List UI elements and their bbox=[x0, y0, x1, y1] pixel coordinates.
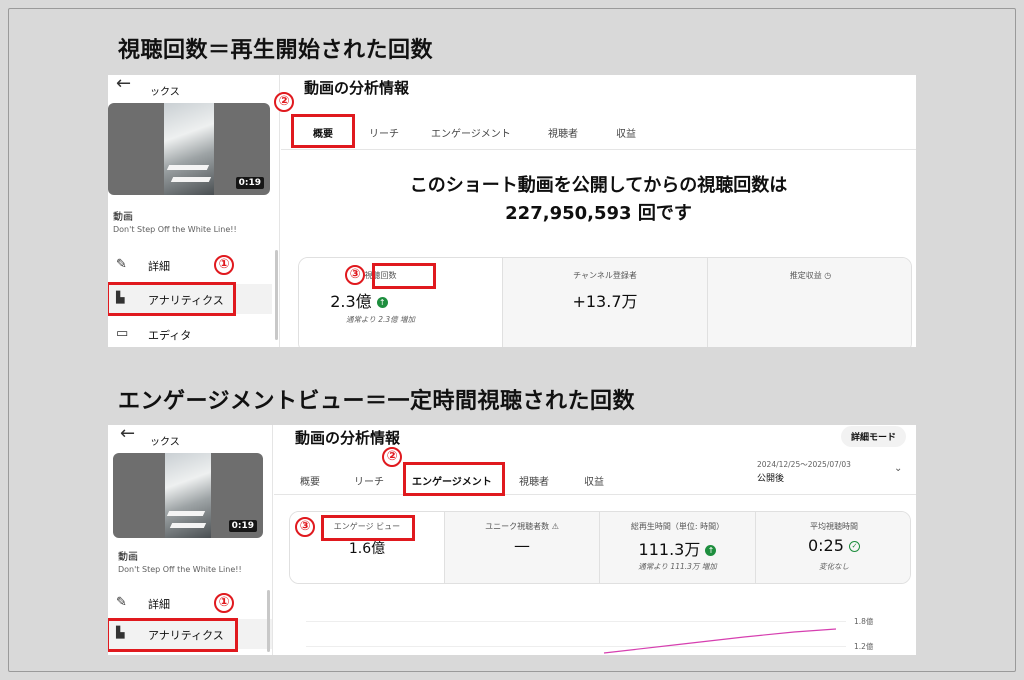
studio-sidebar: ← ックス 0:19 動画 Don't Step Off the White L… bbox=[108, 425, 273, 655]
tab-audience[interactable]: 視聴者 bbox=[548, 125, 578, 140]
analytics-panel-1: ← ックス 0:19 動画 Don't Step Off the White L… bbox=[108, 75, 916, 347]
highlight-engagement-tab bbox=[403, 462, 505, 496]
highlight-engaged-views-label bbox=[321, 515, 415, 541]
sidebar-item-details[interactable]: ✎ 詳細 bbox=[108, 588, 272, 618]
highlight-views-label bbox=[372, 263, 436, 289]
advanced-mode-button[interactable]: 詳細モード bbox=[841, 426, 907, 447]
sidebar-scrollbar[interactable] bbox=[275, 250, 278, 340]
card-value: 1.6億 bbox=[348, 541, 386, 557]
tab-reach[interactable]: リーチ bbox=[369, 125, 399, 140]
tab-audience[interactable]: 視聴者 bbox=[519, 473, 549, 488]
summary-line-2: 227,950,593 回です bbox=[505, 203, 692, 224]
analytics-main: 動画の分析情報 詳細モード 2024/12/25〜2025/07/03 公開後 … bbox=[274, 425, 916, 655]
highlight-analytics bbox=[108, 282, 236, 316]
marker-two: ② bbox=[382, 447, 402, 467]
check-circle-icon: ✓ bbox=[849, 541, 861, 552]
video-thumbnail[interactable]: 0:19 bbox=[108, 103, 270, 195]
page-title: 動画の分析情報 bbox=[295, 429, 401, 447]
card-unique-viewers[interactable]: ユニーク視聴者数 ⚠ — bbox=[445, 512, 600, 583]
tab-divider bbox=[281, 149, 916, 150]
card-value: — bbox=[514, 536, 530, 555]
card-value: 111.3万 ↑ bbox=[600, 536, 755, 560]
highlight-overview-tab bbox=[291, 114, 355, 148]
summary-line-1: このショート動画を公開してからの視聴回数は bbox=[409, 175, 788, 196]
sidebar-item-label: 詳細 bbox=[148, 260, 170, 273]
pencil-icon: ✎ bbox=[116, 257, 127, 272]
tab-revenue[interactable]: 収益 bbox=[616, 125, 636, 140]
video-name: Don't Step Off the White Line!! bbox=[118, 565, 242, 574]
marker-one: ① bbox=[214, 593, 234, 613]
card-value: 0:25 ✓ bbox=[756, 536, 910, 555]
card-label: 総再生時間（単位: 時間） bbox=[630, 522, 725, 531]
arrow-up-icon: ↑ bbox=[376, 297, 388, 308]
video-duration: 0:19 bbox=[235, 177, 264, 189]
film-icon: ▭ bbox=[116, 326, 129, 341]
marker-three: ③ bbox=[295, 517, 315, 537]
arrow-left-icon[interactable]: ← bbox=[120, 425, 135, 444]
chart-line-svg bbox=[603, 628, 837, 654]
series-line bbox=[603, 628, 837, 654]
arrow-up-icon: ↑ bbox=[705, 545, 717, 556]
highlight-analytics bbox=[108, 618, 238, 652]
video-duration: 0:19 bbox=[228, 520, 257, 532]
card-sub: 通常より 111.3万 増加 bbox=[638, 562, 717, 571]
channel-title: ックス bbox=[150, 87, 180, 98]
sidebar-item-editor[interactable]: ▭ エディタ bbox=[108, 319, 272, 347]
video-name: Don't Step Off the White Line!! bbox=[113, 225, 237, 234]
heading-engaged-views: エンゲージメントビュー＝一定時間視聴された回数 bbox=[118, 389, 636, 414]
video-thumbnail[interactable]: 0:19 bbox=[113, 453, 263, 538]
heading-views: 視聴回数＝再生開始された回数 bbox=[118, 38, 434, 63]
studio-sidebar: ← ックス 0:19 動画 Don't Step Off the White L… bbox=[108, 75, 280, 347]
marker-one: ① bbox=[214, 255, 234, 275]
marker-two: ② bbox=[274, 92, 294, 112]
chevron-down-icon[interactable]: ⌄ bbox=[894, 463, 902, 474]
arrow-left-icon[interactable]: ← bbox=[116, 75, 131, 94]
pencil-icon: ✎ bbox=[116, 595, 127, 610]
card-label: 平均視聴時間 bbox=[810, 522, 858, 531]
card-label: チャンネル登録者 bbox=[573, 271, 637, 280]
sidebar-item-label: 詳細 bbox=[148, 598, 170, 611]
card-avg-view-duration[interactable]: 平均視聴時間 0:25 ✓ 変化なし bbox=[756, 512, 910, 583]
card-label: 推定収益 ◷ bbox=[789, 271, 832, 280]
sidebar-scrollbar[interactable] bbox=[267, 590, 270, 652]
marker-three: ③ bbox=[345, 265, 365, 285]
video-kind: 動画 bbox=[113, 212, 133, 223]
card-revenue[interactable]: 推定収益 ◷ bbox=[708, 258, 911, 347]
warning-icon: ⚠ bbox=[551, 522, 559, 531]
card-subscribers[interactable]: チャンネル登録者 +13.7万 bbox=[503, 258, 708, 347]
card-value: 2.3億 ↑ bbox=[299, 288, 459, 312]
tab-engagement[interactable]: エンゲージメント bbox=[431, 125, 511, 140]
tab-revenue[interactable]: 収益 bbox=[584, 473, 604, 488]
card-watch-time[interactable]: 総再生時間（単位: 時間） 111.3万 ↑ 通常より 111.3万 増加 bbox=[600, 512, 756, 583]
sidebar-item-label: エディタ bbox=[148, 329, 192, 342]
card-value: +13.7万 bbox=[572, 292, 638, 311]
page-title: 動画の分析情報 bbox=[304, 79, 410, 97]
video-kind: 動画 bbox=[118, 552, 138, 563]
tab-overview[interactable]: 概要 bbox=[300, 473, 320, 488]
card-sub: 通常より 2.3億 増加 bbox=[345, 315, 416, 324]
clock-icon: ◷ bbox=[824, 271, 832, 280]
tab-divider bbox=[274, 494, 916, 495]
tab-reach[interactable]: リーチ bbox=[354, 473, 384, 488]
analytics-panel-2: ← ックス 0:19 動画 Don't Step Off the White L… bbox=[108, 425, 916, 655]
date-range[interactable]: 2024/12/25〜2025/07/03 bbox=[757, 459, 851, 470]
card-label: ユニーク視聴者数 ⚠ bbox=[485, 522, 559, 531]
sidebar-item-details[interactable]: ✎ 詳細 bbox=[108, 250, 272, 280]
date-label[interactable]: 公開後 bbox=[757, 471, 784, 484]
analytics-main: 動画の分析情報 概要 リーチ エンゲージメント 視聴者 収益 ② このショート動… bbox=[274, 75, 916, 347]
card-sub: 変化なし bbox=[819, 562, 849, 571]
channel-title: ックス bbox=[150, 437, 180, 448]
